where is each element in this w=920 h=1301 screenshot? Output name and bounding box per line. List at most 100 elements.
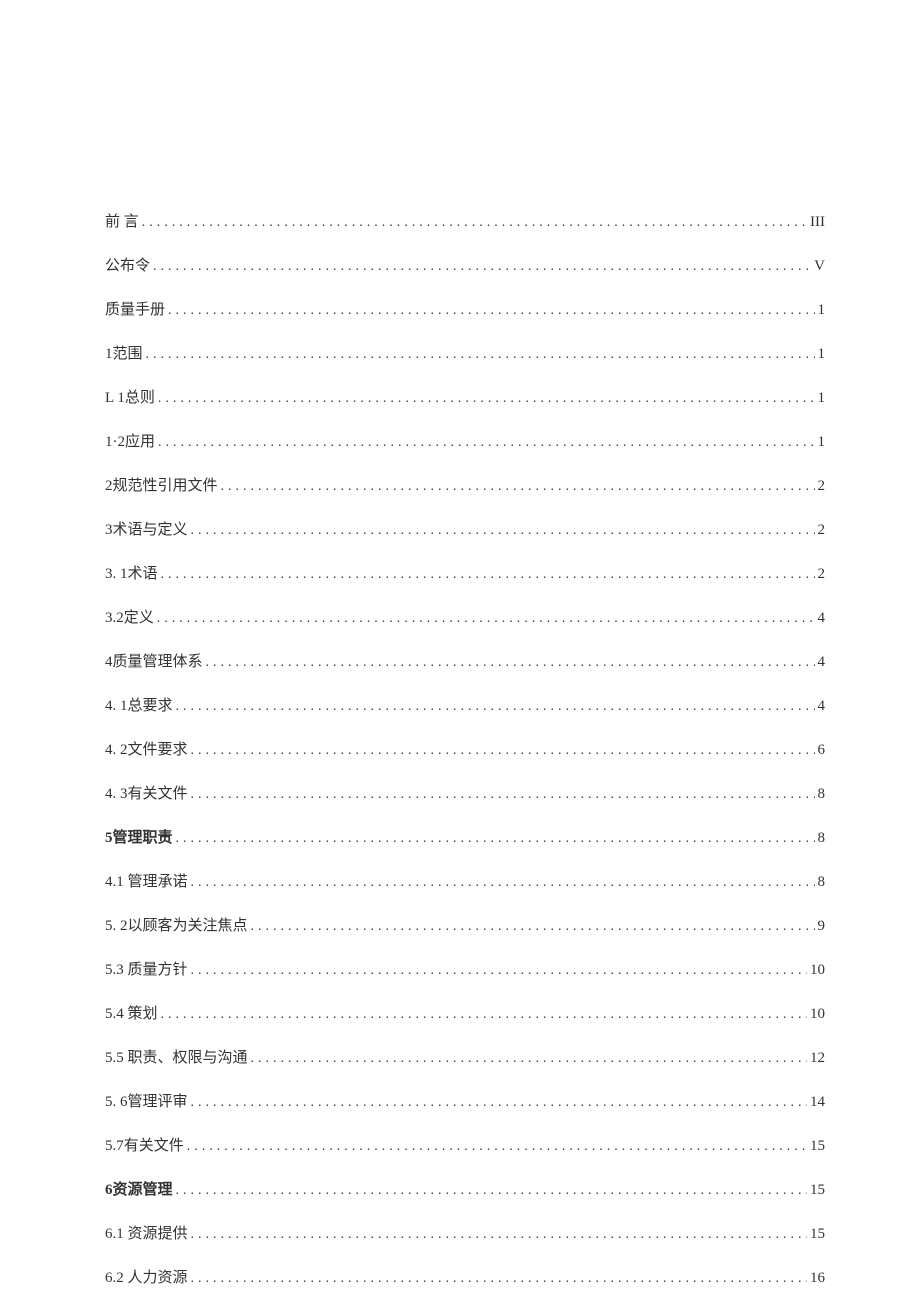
toc-label: 5. 6管理评审 <box>105 1090 188 1111</box>
toc-leader-dots <box>161 1007 807 1023</box>
toc-page-number: 1 <box>818 346 826 363</box>
toc-page-number: 8 <box>818 874 826 891</box>
toc-row: 6.1 资源提供 15 <box>105 1222 825 1243</box>
toc-page-number: 14 <box>810 1094 825 1111</box>
toc-row: 4. 2文件要求 6 <box>105 738 825 759</box>
toc-page-number: 16 <box>810 1270 825 1287</box>
toc-label: 4. 2文件要求 <box>105 738 188 759</box>
toc-page-number: 4 <box>818 610 826 627</box>
toc-page-number: 10 <box>810 1006 825 1023</box>
toc-leader-dots <box>191 523 815 539</box>
toc-page-number: 15 <box>810 1138 825 1155</box>
toc-leader-dots <box>146 347 815 363</box>
toc-leader-dots <box>158 435 815 451</box>
toc-label: 5.7有关文件 <box>105 1134 184 1155</box>
toc-row: 前 言 III <box>105 210 825 231</box>
toc-label: 4质量管理体系 <box>105 650 203 671</box>
toc-page-number: 4 <box>818 698 826 715</box>
toc-leader-dots <box>191 963 807 979</box>
toc-leader-dots <box>191 1227 807 1243</box>
toc-row: 5.3 质量方针 10 <box>105 958 825 979</box>
toc-label: 3. 1术语 <box>105 562 158 583</box>
toc-row: 质量手册 1 <box>105 298 825 319</box>
toc-label: 质量手册 <box>105 298 165 319</box>
toc-label: 5管理职责 <box>105 826 173 847</box>
toc-label: 5. 2以顾客为关注焦点 <box>105 914 248 935</box>
toc-label: 5.5 职责、权限与沟通 <box>105 1046 248 1067</box>
toc-row: 5.4 策划 10 <box>105 1002 825 1023</box>
toc-page-number: 2 <box>818 566 826 583</box>
toc-label: 1范围 <box>105 342 143 363</box>
toc-row: 4. 1总要求 4 <box>105 694 825 715</box>
toc-page-number: 9 <box>818 918 826 935</box>
toc-row: 5. 6管理评审 14 <box>105 1090 825 1111</box>
toc-row: 6资源管理 15 <box>105 1178 825 1199</box>
toc-row: L 1总则 1 <box>105 386 825 407</box>
toc-page-number: 1 <box>818 390 826 407</box>
toc-leader-dots <box>161 567 815 583</box>
toc-leader-dots <box>168 303 814 319</box>
toc-row: 4质量管理体系 4 <box>105 650 825 671</box>
toc-leader-dots <box>251 919 815 935</box>
toc-leader-dots <box>176 699 815 715</box>
toc-leader-dots <box>251 1051 807 1067</box>
toc-leader-dots <box>158 391 815 407</box>
toc-page-number: 4 <box>818 654 826 671</box>
toc-label: 6.2 人力资源 <box>105 1266 188 1287</box>
toc-row: 公布令 V <box>105 254 825 275</box>
toc-label: 4. 1总要求 <box>105 694 173 715</box>
toc-leader-dots <box>191 743 815 759</box>
toc-leader-dots <box>176 1183 807 1199</box>
toc-page-number: 1 <box>818 434 826 451</box>
toc-label: 2规范性引用文件 <box>105 474 218 495</box>
toc-label: 3.2定义 <box>105 606 154 627</box>
toc-label: L 1总则 <box>105 386 155 407</box>
toc-label: 5.4 策划 <box>105 1002 158 1023</box>
toc-page-number: 8 <box>818 830 826 847</box>
toc-page-number: 1 <box>818 302 826 319</box>
toc-row: 5.7有关文件 15 <box>105 1134 825 1155</box>
toc-row: 2规范性引用文件 2 <box>105 474 825 495</box>
toc-leader-dots <box>191 1271 807 1287</box>
toc-label: 6.1 资源提供 <box>105 1222 188 1243</box>
toc-row: 3. 1术语 2 <box>105 562 825 583</box>
toc-leader-dots <box>153 259 811 275</box>
toc-row: 3术语与定义2 <box>105 518 825 539</box>
table-of-contents: 前 言III公布令V质量手册11范围1L 1总则11·2应用12规范性引用文件2… <box>105 210 825 1287</box>
toc-row: 4.1 管理承诺 8 <box>105 870 825 891</box>
toc-row: 6.2 人力资源 16 <box>105 1266 825 1287</box>
toc-label: 1·2应用 <box>105 430 155 451</box>
toc-page-number: III <box>810 214 825 231</box>
toc-leader-dots <box>157 611 815 627</box>
toc-row: 5管理职责 8 <box>105 826 825 847</box>
toc-label: 6资源管理 <box>105 1178 173 1199</box>
toc-leader-dots <box>191 875 815 891</box>
toc-row: 4. 3有关文件 8 <box>105 782 825 803</box>
toc-row: 1范围 1 <box>105 342 825 363</box>
toc-row: 3.2定义 4 <box>105 606 825 627</box>
toc-page-number: 2 <box>818 478 826 495</box>
toc-label: 公布令 <box>105 254 150 275</box>
toc-page-number: 12 <box>810 1050 825 1067</box>
toc-page-number: 15 <box>810 1182 825 1199</box>
toc-label: 4. 3有关文件 <box>105 782 188 803</box>
toc-page-number: 10 <box>810 962 825 979</box>
toc-page-number: 8 <box>818 786 826 803</box>
toc-leader-dots <box>176 831 815 847</box>
toc-row: 1·2应用 1 <box>105 430 825 451</box>
toc-leader-dots <box>142 215 807 231</box>
toc-leader-dots <box>191 1095 807 1111</box>
toc-row: 5.5 职责、权限与沟通 12 <box>105 1046 825 1067</box>
toc-page-number: 2 <box>818 522 826 539</box>
toc-leader-dots <box>221 479 815 495</box>
toc-leader-dots <box>191 787 815 803</box>
toc-page-number: 6 <box>818 742 826 759</box>
toc-leader-dots <box>187 1139 807 1155</box>
toc-label: 前 言 <box>105 210 139 231</box>
toc-leader-dots <box>206 655 815 671</box>
toc-page-number: V <box>814 258 825 275</box>
toc-page-number: 15 <box>810 1226 825 1243</box>
toc-label: 5.3 质量方针 <box>105 958 188 979</box>
toc-label: 4.1 管理承诺 <box>105 870 188 891</box>
toc-row: 5. 2以顾客为关注焦点 9 <box>105 914 825 935</box>
